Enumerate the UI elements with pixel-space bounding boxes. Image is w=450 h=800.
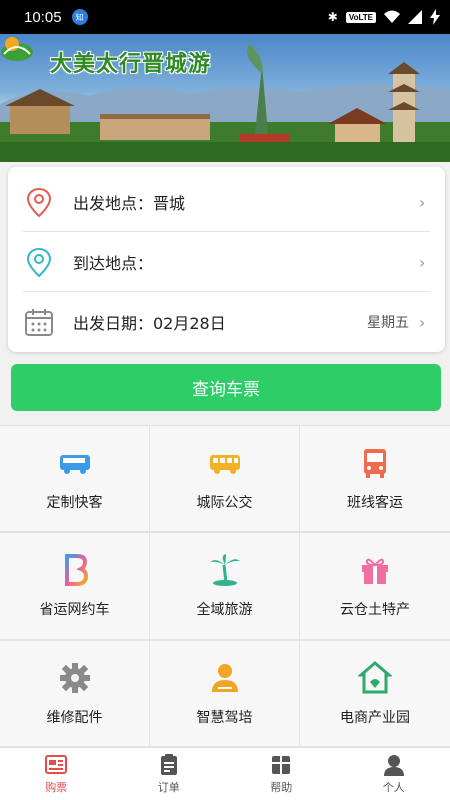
tab-label: 购票 — [45, 781, 68, 794]
signal-icon — [408, 10, 422, 24]
arrival-label: 到达地点： — [73, 254, 154, 273]
status-icons: ✱ VoLTE — [328, 9, 440, 25]
shop-icon — [358, 660, 392, 693]
search-form: 出发地点：晋城 › 到达地点： › 出发日期：02月28日 星期五 › — [8, 167, 445, 352]
chevron-right-icon: › — [419, 312, 426, 332]
volte-badge: VoLTE — [345, 11, 376, 23]
service-label: 城际公交 — [196, 494, 253, 511]
service-label: 云仓土特产 — [340, 602, 410, 618]
service-custom-express[interactable]: 定制快客 — [0, 425, 150, 532]
banner-title: 大美太行晋城游 — [50, 51, 212, 77]
bluetooth-icon: ✱ — [327, 10, 338, 24]
bus-icon — [209, 454, 240, 474]
query-tickets-button[interactable]: 查询车票 — [11, 364, 441, 411]
service-scheduled-coach[interactable]: 班线客运 — [300, 425, 450, 532]
tab-profile[interactable]: 个人 — [338, 748, 450, 800]
location-pin-icon — [26, 247, 52, 278]
arrival-row[interactable]: 到达地点： › — [8, 232, 445, 292]
status-time: 10:05 — [24, 8, 62, 26]
service-intercity-bus[interactable]: 城际公交 — [150, 425, 300, 532]
gift-box-icon — [272, 756, 291, 774]
driver-icon — [211, 663, 238, 692]
gift-icon — [362, 558, 388, 584]
ride-hailing-icon — [64, 554, 88, 586]
bottom-tab-bar: 购票 订单 帮助 个人 — [0, 747, 450, 800]
location-pin-icon — [26, 187, 52, 218]
weekday-label: 星期五 — [367, 315, 409, 331]
status-bar: 10:05 知 ✱ VoLTE — [0, 0, 450, 34]
date-label: 出发日期：02月28日 — [73, 314, 226, 333]
battery-charging-icon — [430, 9, 440, 25]
service-label: 班线客运 — [347, 494, 403, 511]
tab-orders[interactable]: 订单 — [113, 748, 226, 800]
ticket-icon — [45, 755, 68, 774]
departure-row[interactable]: 出发地点：晋城 › — [8, 172, 445, 232]
notification-icon: 知 — [71, 9, 88, 25]
date-row[interactable]: 出发日期：02月28日 星期五 › — [8, 292, 445, 352]
service-ecommerce-park[interactable]: 电商产业园 — [300, 640, 450, 747]
services-grid: 定制快客 城际公交 班线客运 省运网约车 全域旅游 云仓土特产 维修配件 智慧驾… — [0, 425, 450, 747]
tab-label: 个人 — [382, 781, 405, 794]
bus-icon — [59, 454, 90, 474]
service-smart-driving-school[interactable]: 智慧驾培 — [150, 640, 300, 747]
banner-logo-icon — [1, 37, 33, 61]
chevron-right-icon: › — [419, 192, 426, 212]
service-label: 省运网约车 — [39, 602, 110, 618]
chevron-right-icon: › — [419, 252, 426, 272]
coach-icon — [364, 448, 386, 478]
service-label: 全域旅游 — [196, 602, 253, 618]
service-ride-hailing[interactable]: 省运网约车 — [0, 532, 150, 640]
palm-tree-icon — [209, 554, 240, 586]
banner[interactable]: 大美太行晋城游 — [0, 34, 450, 162]
clipboard-icon — [160, 754, 177, 775]
tab-label: 订单 — [157, 781, 180, 794]
service-repair-parts[interactable]: 维修配件 — [0, 640, 150, 747]
tab-label: 帮助 — [270, 781, 293, 794]
tab-help[interactable]: 帮助 — [225, 748, 338, 800]
wifi-icon — [384, 10, 400, 23]
service-regional-tourism[interactable]: 全域旅游 — [150, 532, 300, 640]
service-label: 定制快客 — [46, 494, 103, 511]
tab-buy-tickets[interactable]: 购票 — [0, 748, 113, 800]
service-label: 维修配件 — [46, 709, 103, 726]
departure-label: 出发地点：晋城 — [73, 194, 186, 213]
gear-icon — [59, 662, 90, 693]
service-local-specialties[interactable]: 云仓土特产 — [300, 532, 450, 640]
calendar-icon — [25, 309, 53, 336]
person-icon — [383, 755, 404, 776]
service-label: 智慧驾培 — [196, 709, 253, 726]
service-label: 电商产业园 — [340, 709, 410, 726]
